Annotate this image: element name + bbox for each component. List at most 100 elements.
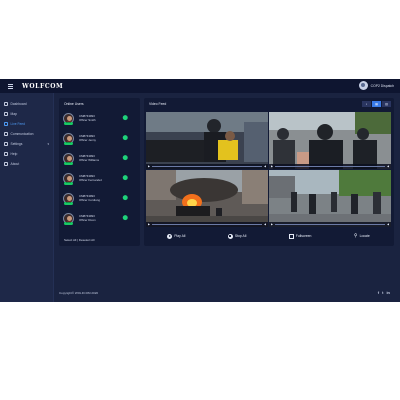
officer-name: Officer Dixon xyxy=(79,218,96,222)
video-frame-officer-and-protester xyxy=(146,112,268,169)
seek-track[interactable] xyxy=(275,166,385,167)
location-pin-icon[interactable]: ⬤ xyxy=(122,195,128,201)
info-icon xyxy=(4,162,8,166)
status-badge: online xyxy=(64,202,73,205)
app-window: WOLFCOM COP2 Dispatch Dashboard Map Live… xyxy=(0,79,400,302)
officer-item[interactable]: online CM8743993 Officer Cordiung ⬤ xyxy=(59,188,140,208)
copyright-text: Copyright© WOLFCOM 2020 xyxy=(59,291,99,295)
officer-item[interactable]: online CM8743993 Officer Jenny ⬤ xyxy=(59,128,140,148)
sidebar-item-label: Live Feed xyxy=(10,122,25,126)
sidebar-item-communication[interactable]: Communication xyxy=(0,129,53,139)
video-controls: Play All Stop All Fullscreen ⚲ Locate xyxy=(146,229,391,243)
help-icon xyxy=(4,152,8,156)
layout-grid-button[interactable]: ▦ xyxy=(372,101,381,107)
layout-columns-button[interactable]: ▥ xyxy=(382,101,391,107)
officer-info: CM8743993 Officer Smith xyxy=(79,114,96,122)
location-pin-icon: ⚲ xyxy=(353,233,358,239)
volume-icon[interactable]: ◀ xyxy=(387,223,389,226)
seek-track[interactable] xyxy=(275,224,385,225)
video-tile[interactable]: ▶ ◀ xyxy=(269,170,391,227)
play-icon[interactable]: ▶ xyxy=(148,223,150,226)
sidebar-item-label: Settings xyxy=(10,142,23,146)
officer-name: Officer Cordiung xyxy=(79,198,100,202)
volume-icon[interactable]: ◀ xyxy=(387,165,389,168)
location-pin-icon[interactable]: ⬤ xyxy=(122,155,128,161)
officer-name: Officer Jenny xyxy=(79,138,96,142)
video-feed-panel: Video Feed ▪ ▦ ▥ ▶ ◀ ▶ ◀ ▶ ◀ ▶ ◀ Play Al… xyxy=(144,98,394,246)
stop-all-button[interactable]: Stop All xyxy=(227,233,247,239)
stop-all-label: Stop All xyxy=(234,234,247,238)
officer-item[interactable]: online CM8743993 Officer Dixon ⬤ xyxy=(59,208,140,228)
locate-button[interactable]: ⚲ Locate xyxy=(354,233,370,239)
select-all-links[interactable]: Select All | Deselect All xyxy=(64,238,94,242)
play-icon[interactable]: ▶ xyxy=(271,223,273,226)
video-feed-title: Video Feed xyxy=(149,102,167,106)
linkedin-icon[interactable]: in xyxy=(386,290,390,295)
video-icon xyxy=(4,122,8,126)
officer-item[interactable]: online CM8743993 Officer Fernandez ⬤ xyxy=(59,168,140,188)
avatar xyxy=(358,81,368,90)
fullscreen-label: Fullscreen xyxy=(295,234,312,238)
location-pin-icon[interactable]: ⬤ xyxy=(122,115,128,121)
facebook-icon[interactable]: f xyxy=(378,290,379,295)
map-icon xyxy=(4,112,8,116)
hamburger-menu-icon[interactable] xyxy=(4,79,16,93)
sidebar-item-label: About xyxy=(10,162,20,166)
status-badge: online xyxy=(64,222,73,225)
sidebar-item-label: Communication xyxy=(10,132,34,136)
status-badge: online xyxy=(64,182,73,185)
video-tile[interactable]: ▶ ◀ xyxy=(146,112,268,169)
officer-item[interactable]: online CM8743993 Officer Smith ⬤ xyxy=(59,108,140,128)
page-footer: Copyright© WOLFCOM 2020 f t in xyxy=(54,284,400,302)
video-playback-bar[interactable]: ▶ ◀ xyxy=(269,164,391,169)
fullscreen-button[interactable]: Fullscreen xyxy=(288,233,312,239)
sidebar-item-dashboard[interactable]: Dashboard xyxy=(0,99,53,109)
seek-track[interactable] xyxy=(152,166,262,167)
officer-info: CM8743993 Officer Jenny xyxy=(79,134,96,142)
online-users-panel: Online Users online CM8743993 Officer Smi… xyxy=(59,98,140,246)
video-playback-bar[interactable]: ▶ ◀ xyxy=(269,222,391,227)
video-playback-bar[interactable]: ▶ ◀ xyxy=(146,222,268,227)
video-playback-bar[interactable]: ▶ ◀ xyxy=(146,164,268,169)
gear-icon xyxy=(4,142,8,146)
sidebar-item-label: Dashboard xyxy=(10,102,27,106)
fullscreen-icon xyxy=(288,233,294,239)
volume-icon[interactable]: ◀ xyxy=(264,223,266,226)
sidebar-item-about[interactable]: About xyxy=(0,159,53,169)
stop-icon xyxy=(227,233,233,239)
video-tile[interactable]: ▶ ◀ xyxy=(269,112,391,169)
location-pin-icon[interactable]: ⬤ xyxy=(122,135,128,141)
officer-item[interactable]: online CM8743993 Officer Williams ⬤ xyxy=(59,148,140,168)
play-icon[interactable]: ▶ xyxy=(271,165,273,168)
layout-single-button[interactable]: ▪ xyxy=(362,101,371,107)
officer-name: Officer Fernandez xyxy=(79,178,103,182)
play-all-button[interactable]: Play All xyxy=(167,233,186,239)
status-badge: online xyxy=(64,162,73,165)
chevron-down-icon: ▾ xyxy=(47,142,49,146)
location-pin-icon[interactable]: ⬤ xyxy=(122,215,128,221)
sidebar-item-live-feed[interactable]: Live Feed xyxy=(0,119,53,129)
status-badge: online xyxy=(64,142,73,145)
sidebar-item-settings[interactable]: Settings ▾ xyxy=(0,139,53,149)
status-badge: online xyxy=(64,122,73,125)
user-menu[interactable]: COP2 Dispatch xyxy=(358,81,394,90)
online-users-title: Online Users xyxy=(64,102,84,106)
sidebar-item-label: Help xyxy=(10,152,18,156)
sidebar-item-map[interactable]: Map xyxy=(0,109,53,119)
layout-switcher: ▪ ▦ ▥ xyxy=(362,101,391,107)
volume-icon[interactable]: ◀ xyxy=(264,165,266,168)
play-icon[interactable]: ▶ xyxy=(148,165,150,168)
video-frame-riot-police-line xyxy=(269,112,391,169)
social-links: f t in xyxy=(378,290,390,295)
twitter-icon[interactable]: t xyxy=(382,290,383,295)
officer-name: Officer Smith xyxy=(79,118,96,122)
locate-label: Locate xyxy=(359,234,370,238)
chat-icon xyxy=(4,132,8,136)
video-frame-street-crowd xyxy=(269,170,391,227)
video-tile[interactable]: ▶ ◀ xyxy=(146,170,268,227)
play-all-label: Play All xyxy=(174,234,186,238)
video-frame-burning-car xyxy=(146,170,268,227)
sidebar-item-help[interactable]: Help xyxy=(0,149,53,159)
location-pin-icon[interactable]: ⬤ xyxy=(122,175,128,181)
seek-track[interactable] xyxy=(152,224,262,225)
